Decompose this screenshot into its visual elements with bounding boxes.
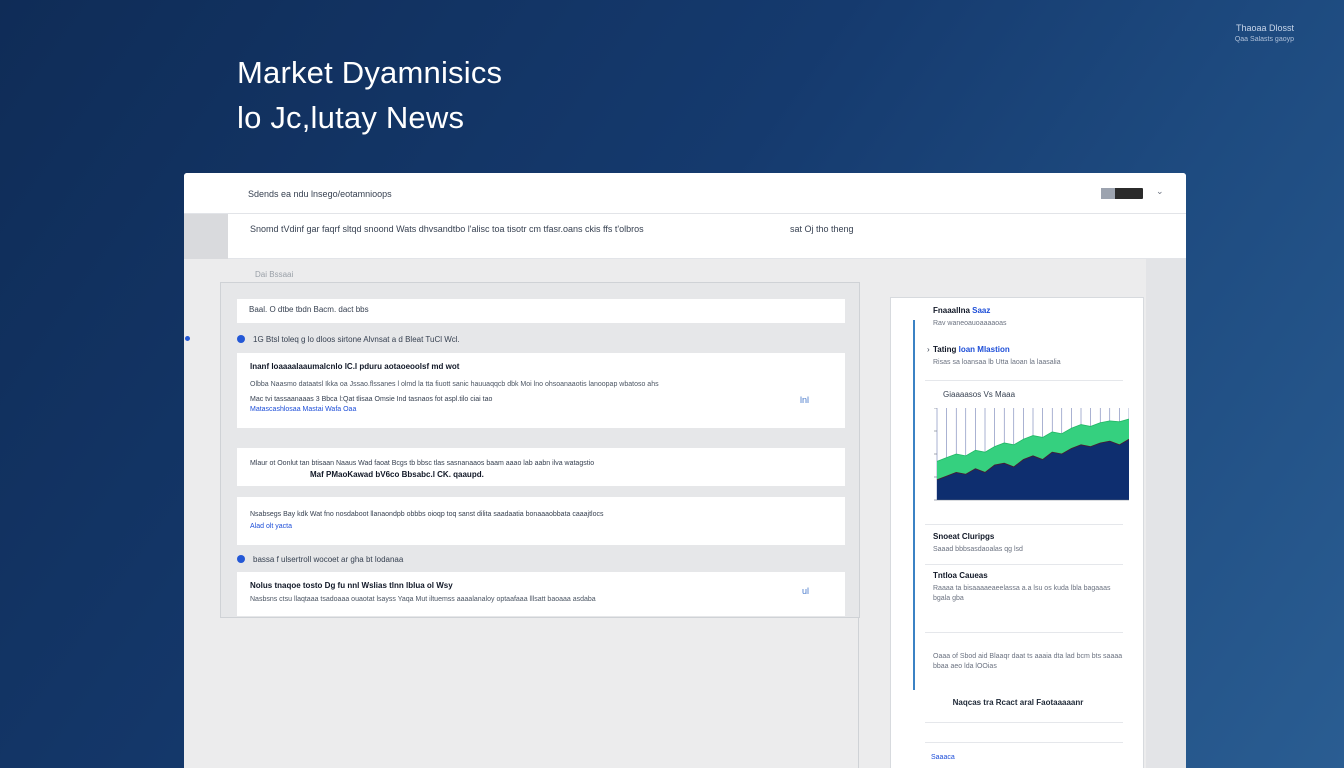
card-meta: Mac tvi tassaanaaas 3 Bbca l:Qat tlisaa … [250, 396, 493, 403]
card-body: Nasbsns ctsu llaqtaaa tsadoaaa ouaotat l… [250, 596, 596, 603]
top-bar: Sdends ea ndu lnsego/eotamnioops ⌄ [184, 173, 1186, 214]
summary-text: Snomd tVdinf gar faqrf sltqd snoond Wats… [250, 224, 644, 234]
bullet-icon [237, 555, 245, 563]
bullet-icon [237, 335, 245, 343]
left-gutter [184, 214, 228, 259]
panel-item[interactable]: Oaaa of Sbod aid Blaaqr daat ts aaaia dt… [933, 648, 1127, 672]
corner-branding: Thaoaa Dlosst Qaa Salasts gaoyp [1235, 22, 1294, 46]
app-window: Sdends ea ndu lnsego/eotamnioops ⌄ Snomd… [184, 173, 1186, 768]
chart-title: Giaaaasos Vs Maaa [943, 390, 1016, 399]
card-title[interactable]: Nolus tnaqoe tosto Dg fu nnl Wslias tlnn… [250, 580, 832, 592]
panel-item-title: Snoeat Cluripgs [933, 532, 995, 541]
panel-item[interactable]: Tntloa Caueas Raaaa ta bisaaaaeaeelassa … [933, 571, 1127, 604]
panel-item-title-accent: loan Mlastion [958, 345, 1010, 354]
panel-item-sub: Saaad bbbsasdaoalas qg lsd [933, 546, 1023, 553]
divider [925, 564, 1123, 565]
card-title[interactable]: Mlaur ot Oonlut tan btisaan Naaus Wad fa… [250, 458, 832, 469]
pane-divider [858, 618, 859, 768]
card-title[interactable]: lnanf loaaaalaaumalcnlo lC.l pduru aotao… [250, 361, 832, 373]
divider [925, 722, 1123, 723]
panel-item[interactable]: Tating loan Mlastion Risas sa loansaa lb… [933, 345, 1127, 368]
panel-item-sub: Oaaa of Sbod aid Blaaqr daat ts aaaia dt… [933, 653, 1123, 670]
filter-bar[interactable]: Baal. O dtbe tbdn Bacm. dact bbs [237, 299, 845, 323]
panel-item-title: Tating [933, 345, 959, 354]
panel-item-sub: Risas sa loansaa lb Utta laoan la laasal… [933, 359, 1061, 366]
summary-bar: Snomd tVdinf gar faqrf sltqd snoond Wats… [228, 214, 1186, 259]
group-label: bassa f ulsertroll wocoet ar gha bt loda… [237, 555, 403, 564]
chevron-right-icon[interactable]: › [927, 345, 930, 354]
card-link[interactable]: Alad olt yacta [250, 522, 832, 532]
card-body: Nsabsegs Bay kdk Wat fno nosdaboot llana… [250, 511, 604, 518]
panel-item-sub: Raaaa ta bisaaaaeaeelassa a.a lsu os kud… [933, 585, 1111, 602]
area-chart[interactable] [929, 408, 1129, 508]
divider [925, 632, 1123, 633]
hero-title: Market Dyamnisics lo Jc,lutay News [237, 50, 502, 140]
news-card[interactable]: Mlaur ot Oonlut tan btisaan Naaus Wad fa… [237, 448, 845, 486]
view-toggle[interactable] [1101, 188, 1143, 199]
group-label-text: bassa f ulsertroll wocoet ar gha bt loda… [253, 555, 404, 564]
panel-item[interactable]: Snoeat Cluripgs Saaad bbbsasdaoalas qg l… [933, 532, 1127, 555]
news-card[interactable]: Nolus tnaqoe tosto Dg fu nnl Wslias tlnn… [237, 572, 845, 616]
hero-title-line2: lo Jc,lutay News [237, 100, 465, 135]
panel-item-title: Tntloa Caueas [933, 571, 988, 580]
breadcrumb[interactable]: Sdends ea ndu lnsego/eotamnioops [248, 189, 392, 199]
panel-item-title: Fnaaallna [933, 306, 973, 315]
card-badge: lnl [799, 395, 809, 405]
card-body: Olbba Naasmo dataatsl Ikka oa Jssao.flss… [250, 381, 659, 388]
corner-title: Thaoaa Dlosst [1235, 23, 1294, 33]
group-label-text: 1G Btsl toleq g lo dloos sirtone Alvnsat… [253, 335, 460, 344]
right-gutter [1146, 259, 1186, 768]
status-dot [185, 336, 190, 341]
card-link[interactable]: Matascashlosaa Mastai Wafa Oaa [250, 405, 832, 415]
section-label: Dai Bssaai [255, 270, 294, 279]
group-label: 1G Btsl toleq g lo dloos sirtone Alvnsat… [237, 335, 460, 344]
news-card[interactable]: Nsabsegs Bay kdk Wat fno nosdaboot llana… [237, 497, 845, 545]
summary-meta[interactable]: sat Oj tho theng [790, 224, 854, 234]
news-feed: Baal. O dtbe tbdn Bacm. dact bbs 1G Btsl… [220, 282, 860, 618]
panel-footer-title: Naqcas tra Rcact aral Faotaaaaanr [952, 698, 1084, 707]
card-body: Maf PMaoKawad bV6co Bbsabc.l CK. qaaupd. [310, 470, 484, 479]
hero-title-line1: Market Dyamnisics [237, 55, 503, 90]
news-card[interactable]: lnanf loaaaalaaumalcnlo lC.l pduru aotao… [237, 353, 845, 428]
insights-panel: Fnaaallna Saaz Rav waneoauoaaaaoas › Tat… [890, 297, 1144, 768]
panel-item-sub: Rav waneoauoaaaaoas [933, 320, 1007, 327]
divider [925, 380, 1123, 381]
panel-item[interactable]: Fnaaallna Saaz Rav waneoauoaaaaoas [933, 306, 1127, 329]
panel-pill[interactable]: Saaaca [931, 754, 955, 761]
chevron-down-icon[interactable]: ⌄ [1156, 186, 1164, 197]
divider [925, 742, 1123, 743]
card-badge: ul [801, 586, 809, 596]
timeline-rail [913, 320, 915, 690]
corner-subtitle: Qaa Salasts gaoyp [1234, 36, 1294, 43]
panel-item-title-accent: Saaz [972, 306, 991, 315]
divider [925, 524, 1123, 525]
